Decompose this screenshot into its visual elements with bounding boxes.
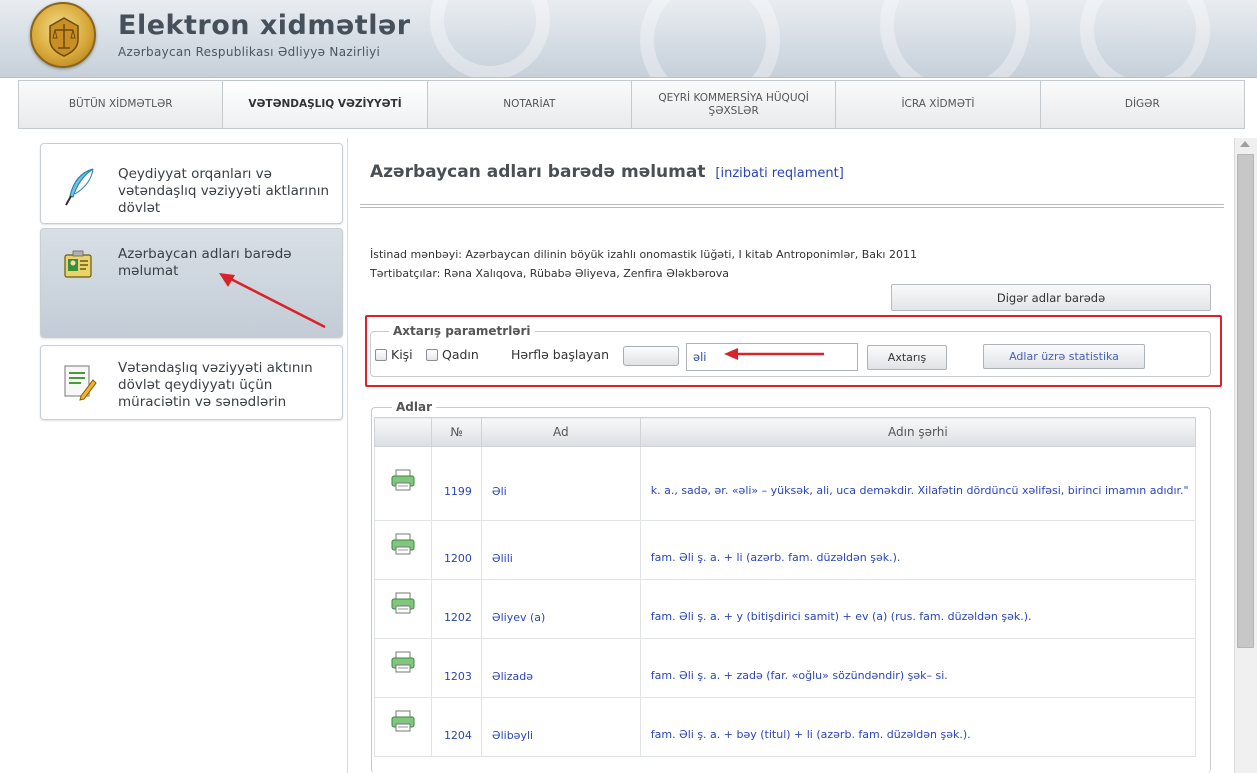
scroll-up-arrow-icon[interactable] (1240, 141, 1250, 147)
table-row: 1204 Əlibəyli fam. Əli ş. a. + bəy (titu… (374, 697, 1197, 757)
annotation-arrow-icon (219, 273, 326, 329)
name-description: fam. Əli ş. a. + li (azərb. fam. düzəldə… (639, 520, 1197, 580)
printer-icon[interactable] (391, 533, 415, 558)
name-number: 1202 (430, 579, 482, 639)
print-cell (374, 638, 432, 698)
names-table: № Ad Adın şərhi 1199 Əli k. a., sadə, ər… (374, 417, 1197, 757)
page-title: Azərbaycan adları barədə məlumat [inziba… (370, 162, 844, 182)
table-row: 1202 Əliyev (a) fam. Əli ş. a. + y (biti… (374, 579, 1197, 639)
name-cell[interactable]: Əliyev (a) (480, 579, 641, 639)
tab-other[interactable]: DİGƏR (1040, 81, 1244, 128)
tab-civil-status[interactable]: VƏTƏNDAŞLIQ VƏZİYYƏTİ (223, 81, 428, 128)
header-ornament (640, 0, 780, 77)
name-cell[interactable]: Əlibəyli (480, 697, 641, 757)
printer-icon[interactable] (391, 592, 415, 617)
column-header-name: Ad (480, 417, 641, 447)
tab-all-services[interactable]: BÜTÜN XİDMƏTLƏR (19, 81, 224, 128)
site-title[interactable]: Elektron xidmətlər (118, 10, 411, 41)
print-cell (374, 520, 432, 580)
tab-non-commercial-entities[interactable]: QEYRİ KOMMERSİYA HÜQUQİ ŞƏXSLƏR (631, 81, 837, 128)
name-number: 1203 (430, 638, 482, 698)
name-description: fam. Əli ş. a. + zadə (far. «oğlu» sözün… (639, 638, 1197, 698)
authors-line: Tərtibatçılar: Rəna Xalıqova, Rübabə Əli… (370, 267, 730, 280)
sidebar-item-registry-offices[interactable]: Qeydiyyat orqanları və vətəndaşlıq vəziy… (40, 143, 343, 224)
print-cell (374, 446, 432, 521)
header-ornament (1080, 0, 1210, 77)
title-divider (360, 204, 1224, 208)
regulation-link[interactable]: [inzibati reqlament] (715, 166, 843, 181)
name-number: 1200 (430, 520, 482, 580)
name-description: k. a., sadə, ər. «əli» – yüksək, ali, uc… (639, 446, 1197, 521)
name-description: fam. Əli ş. a. + y (bitişdirici samit) +… (639, 579, 1197, 639)
source-reference: İstinad mənbəyi: Azərbaycan dilinin böyü… (370, 248, 917, 261)
id-card-icon (61, 249, 97, 287)
table-header-row: № Ad Adın şərhi (374, 417, 1197, 447)
quill-pen-icon (61, 166, 101, 212)
name-description: fam. Əli ş. a. + bəy (titul) + li (azərb… (639, 697, 1197, 757)
main-nav: BÜTÜN XİDMƏTLƏR VƏTƏNDAŞLIQ VƏZİYYƏTİ NO… (18, 80, 1245, 129)
site-header: Elektron xidmətlər Azərbaycan Respublika… (0, 0, 1257, 78)
printer-icon[interactable] (391, 469, 415, 494)
name-number: 1204 (430, 697, 482, 757)
name-number: 1199 (430, 446, 482, 521)
column-header-print (374, 417, 432, 447)
tab-enforcement-service[interactable]: İCRA XİDMƏTİ (836, 81, 1041, 128)
other-names-button[interactable]: Digər adlar barədə (891, 284, 1211, 311)
column-header-description: Adın şərhi (639, 417, 1197, 447)
printer-icon[interactable] (391, 710, 415, 735)
sidebar-item-label: Qeydiyyat orqanları və vətəndaşlıq vəziy… (118, 166, 330, 217)
column-header-number: № (430, 417, 482, 447)
printer-icon[interactable] (391, 651, 415, 676)
table-row: 1203 Əlizadə fam. Əli ş. a. + zadə (far.… (374, 638, 1197, 698)
name-cell[interactable]: Əli (480, 446, 641, 521)
table-row: 1200 Əlili fam. Əli ş. a. + li (azərb. f… (374, 520, 1197, 580)
table-row: 1199 Əli k. a., sadə, ər. «əli» – yüksək… (374, 446, 1197, 521)
sidebar-item-registration-application[interactable]: Vətəndaşlıq vəziyyəti aktının dövlət qey… (40, 345, 343, 420)
tab-notary[interactable]: NOTARİAT (427, 81, 632, 128)
print-cell (374, 697, 432, 757)
annotation-arrow-icon (724, 348, 824, 360)
print-cell (374, 579, 432, 639)
name-cell[interactable]: Əlizadə (480, 638, 641, 698)
edit-document-icon (61, 362, 97, 406)
sidebar-item-label: Vətəndaşlıq vəziyyəti aktının dövlət qey… (118, 360, 313, 411)
ministry-emblem-icon[interactable] (30, 2, 96, 68)
header-ornament (430, 0, 550, 77)
page-title-text: Azərbaycan adları barədə məlumat (370, 162, 706, 182)
scrollbar-thumb[interactable] (1237, 154, 1254, 648)
name-cell[interactable]: Əlili (480, 520, 641, 580)
header-ornament (880, 0, 1030, 77)
site-subtitle: Azərbaycan Respublikası Ədliyyə Nazirliy… (118, 45, 381, 59)
names-results-legend: Adlar (392, 400, 437, 414)
